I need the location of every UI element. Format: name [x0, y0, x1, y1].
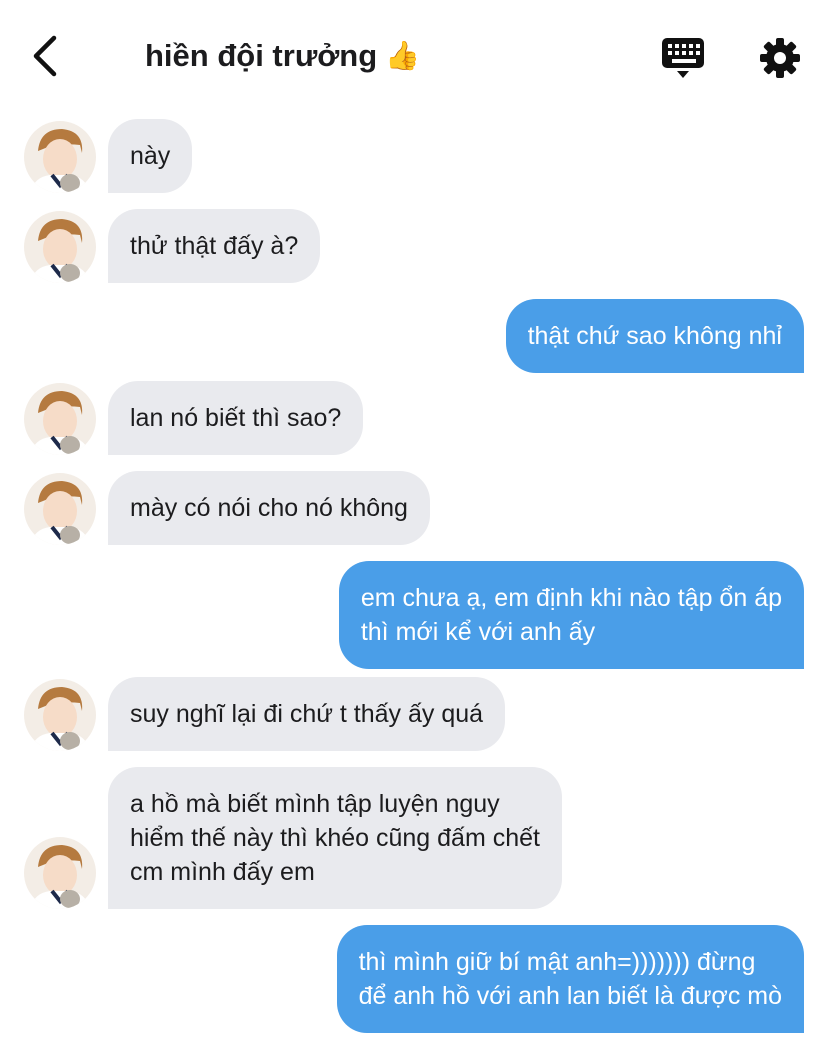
keyboard-button[interactable]: [660, 36, 708, 80]
message-text: suy nghĩ lại đi chứ t thấy ấy quá: [130, 700, 484, 728]
avatar[interactable]: [24, 679, 96, 751]
message-text: thì mình giữ bí mật anh=))))))) đừng: [358, 948, 756, 976]
message-text: thử thật đấy à?: [130, 232, 299, 260]
incoming-message[interactable]: mày có nói cho nó không: [108, 471, 430, 545]
incoming-message[interactable]: suy nghĩ lại đi chứ t thấy ấy quá: [108, 677, 506, 751]
avatar[interactable]: [24, 383, 96, 455]
contact-name: hiền đội trưởng: [145, 38, 378, 73]
settings-button[interactable]: [758, 36, 802, 80]
keyboard-icon: [662, 38, 704, 78]
avatar[interactable]: [24, 121, 96, 193]
chat-header: hiền đội trưởng 👍: [0, 0, 828, 110]
chat-title: hiền đội trưởng 👍: [145, 38, 420, 74]
incoming-message[interactable]: a hồ mà biết mình tập luyện nguy hiểm th…: [108, 767, 562, 909]
message-text: em chưa ạ, em định khi nào tập ổn áp: [360, 584, 782, 612]
avatar[interactable]: [24, 473, 96, 545]
incoming-message[interactable]: này: [108, 119, 193, 193]
message-text: lan nó biết thì sao?: [130, 404, 342, 432]
message-text: hiểm thế này thì khéo cũng đấm chết: [130, 824, 540, 852]
incoming-message[interactable]: lan nó biết thì sao?: [108, 381, 364, 455]
outgoing-message[interactable]: em chưa ạ, em định khi nào tập ổn áp thì…: [338, 561, 804, 669]
back-button[interactable]: [28, 34, 68, 80]
gear-icon: [760, 38, 800, 78]
message-text: a hồ mà biết mình tập luyện nguy: [130, 790, 500, 818]
message-text: này: [130, 142, 171, 170]
message-text: thật chứ sao không nhỉ: [527, 322, 782, 350]
message-text: cm mình đấy em: [130, 858, 315, 886]
thumbs-up-emoji: 👍: [385, 40, 421, 71]
outgoing-message[interactable]: thì mình giữ bí mật anh=))))))) đừng để …: [336, 925, 804, 1033]
outgoing-message[interactable]: thật chứ sao không nhỉ: [505, 299, 804, 373]
chevron-left-icon: [33, 35, 57, 77]
message-text: mày có nói cho nó không: [130, 494, 408, 522]
incoming-message[interactable]: thử thật đấy à?: [108, 209, 321, 283]
avatar[interactable]: [24, 837, 96, 909]
message-text: thì mới kể với anh ấy: [360, 618, 596, 646]
avatar[interactable]: [24, 211, 96, 283]
message-text: để anh hồ với anh lan biết là được mò: [358, 982, 782, 1010]
